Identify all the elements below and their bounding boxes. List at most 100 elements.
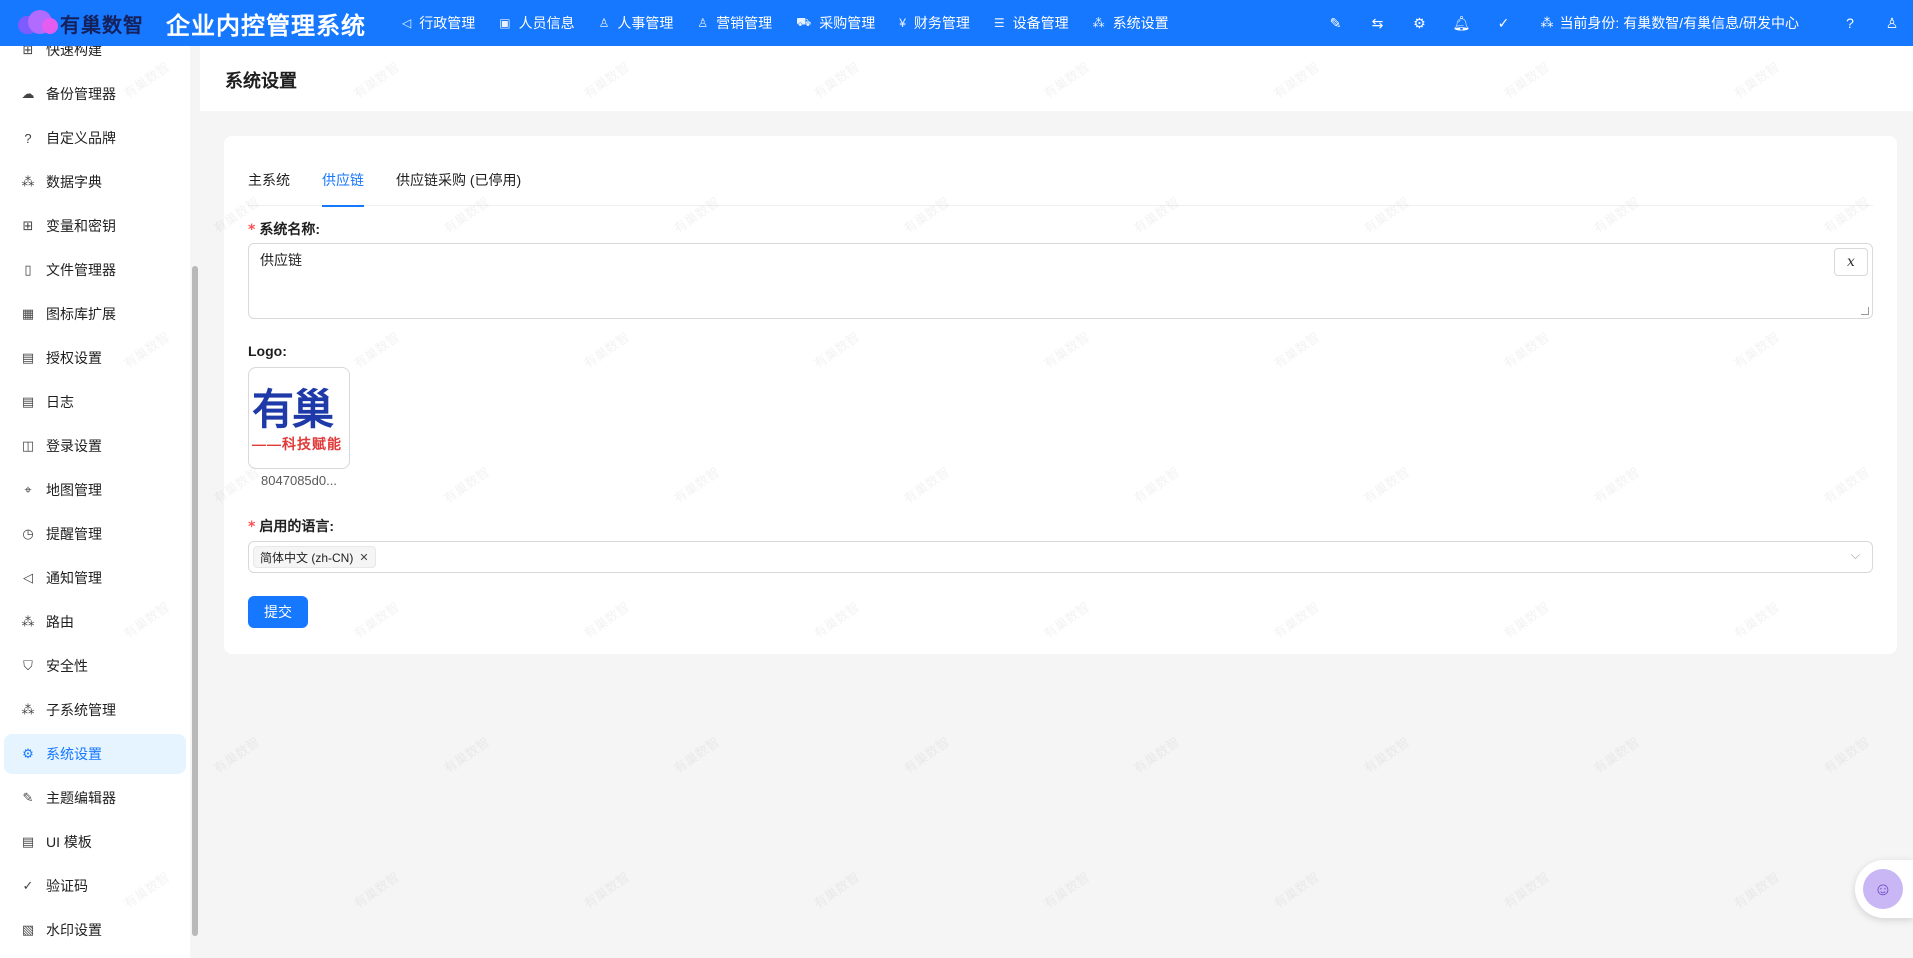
appstore-icon: ▦ bbox=[21, 306, 35, 321]
sidebar-item-label: 变量和密钥 bbox=[46, 218, 116, 234]
sidebar-item-13[interactable]: ⁂ 路由 bbox=[4, 602, 186, 642]
sidebar-item-7[interactable]: ▤ 授权设置 bbox=[4, 338, 186, 378]
sidebar-item-label: 文件管理器 bbox=[46, 262, 116, 278]
topnav-label: 人事管理 bbox=[617, 15, 674, 31]
logo-upload-preview[interactable]: 有巢 ——科技赋能 bbox=[248, 367, 350, 469]
identity-switcher[interactable]: ⁂ 当前身份: 有巢数智/有巢信息/研发中心 bbox=[1540, 13, 1799, 33]
topnav-label: 采购管理 bbox=[819, 15, 876, 31]
required-mark: * bbox=[248, 519, 256, 535]
topnav-item-5[interactable]: ¥ 财务管理 bbox=[887, 0, 982, 46]
logo-text: 有巢数智 bbox=[60, 14, 144, 37]
logo-image-subtext: ——科技赋能 bbox=[252, 436, 342, 452]
yuan-icon: ¥ bbox=[899, 16, 906, 30]
sidebar-item-label: 安全性 bbox=[46, 658, 88, 674]
sidebar-item-12[interactable]: ◁ 通知管理 bbox=[4, 558, 186, 598]
brush-icon: ✎ bbox=[22, 790, 34, 805]
route-icon: ⁂ bbox=[21, 614, 35, 629]
page-title: 系统设置 bbox=[225, 71, 297, 91]
sidebar-scrollbar[interactable] bbox=[192, 266, 198, 936]
sidebar-item-11[interactable]: ◷ 提醒管理 bbox=[4, 514, 186, 554]
submit-button[interactable]: 提交 bbox=[248, 596, 308, 628]
language-select[interactable]: 简体中文 (zh-CN) ✕ ⌵ bbox=[248, 541, 1873, 573]
question-icon[interactable]: ? bbox=[1829, 0, 1871, 46]
list-icon: ☰ bbox=[993, 16, 1005, 30]
file-icon: ▯ bbox=[24, 262, 32, 277]
resize-handle[interactable] bbox=[1861, 307, 1869, 315]
sidebar-item-18[interactable]: ▤ UI 模板 bbox=[4, 822, 186, 862]
sidebar-item-label: 系统设置 bbox=[46, 746, 102, 762]
user-icon: ♙ bbox=[598, 16, 610, 30]
system-name-textarea[interactable]: 供应链 x bbox=[248, 243, 1873, 319]
question-icon: ? bbox=[24, 130, 32, 146]
tab-0[interactable]: 主系统 bbox=[248, 166, 290, 206]
send-icon: ◁ bbox=[402, 16, 412, 30]
sidebar-item-label: 授权设置 bbox=[46, 350, 102, 366]
tab-1[interactable]: 供应链 bbox=[322, 166, 364, 207]
sidebar-item-0[interactable]: ⊞ 快速构建 bbox=[4, 46, 186, 70]
sidebar-item-label: 子系统管理 bbox=[46, 702, 116, 718]
topnav-label: 财务管理 bbox=[913, 15, 970, 31]
sidebar-item-19[interactable]: ✓ 验证码 bbox=[4, 866, 186, 906]
top-nav: ◁ 行政管理 ▣ 人员信息 ♙ 人事管理 ♙ 营销管理 ⛟ 采购管理 ¥ 财务管理 ☰ 设备管理 ⁂ 系统设置 bbox=[390, 0, 1181, 46]
tab-2[interactable]: 供应链采购 (已停用) bbox=[396, 166, 521, 206]
user-icon[interactable]: ♙ bbox=[1871, 0, 1913, 46]
cart-icon: ⛟ bbox=[796, 15, 812, 29]
gear-icon[interactable]: ⚙ bbox=[1398, 0, 1440, 46]
sidebar-item-label: 水印设置 bbox=[46, 922, 102, 938]
close-icon[interactable]: ✕ bbox=[359, 551, 368, 564]
logo-label: Logo: bbox=[248, 343, 287, 359]
language-tag-label: 简体中文 (zh-CN) bbox=[260, 550, 354, 565]
sidebar-item-label: 主题编辑器 bbox=[46, 790, 116, 806]
cluster-icon: ⁂ bbox=[1092, 16, 1105, 30]
topnav-item-3[interactable]: ♙ 营销管理 bbox=[685, 0, 784, 46]
topnav-item-6[interactable]: ☰ 设备管理 bbox=[982, 0, 1081, 46]
sidebar-item-10[interactable]: ⌖ 地图管理 bbox=[4, 470, 186, 510]
sidebar-item-label: 地图管理 bbox=[46, 482, 102, 498]
sidebar-item-5[interactable]: ▯ 文件管理器 bbox=[4, 250, 186, 290]
sidebar-item-16[interactable]: ⚙ 系统设置 bbox=[4, 734, 186, 774]
chevron-down-icon: ⌵ bbox=[1850, 548, 1860, 562]
system-name-label: * 系统名称: bbox=[248, 221, 320, 238]
language-label: * 启用的语言: bbox=[248, 518, 334, 535]
topnav-label: 行政管理 bbox=[419, 15, 476, 31]
system-name-value: 供应链 bbox=[260, 252, 302, 268]
topnav-item-0[interactable]: ◁ 行政管理 bbox=[390, 0, 487, 46]
check-circle-icon[interactable]: ✓ bbox=[1482, 0, 1524, 46]
swap-icon[interactable]: ⇆ bbox=[1356, 0, 1398, 46]
sidebar-item-20[interactable]: ▧ 水印设置 bbox=[4, 910, 186, 950]
sidebar-item-6[interactable]: ▦ 图标库扩展 bbox=[4, 294, 186, 334]
sidebar-item-label: 自定义品牌 bbox=[46, 130, 116, 146]
sidebar-item-label: 通知管理 bbox=[46, 570, 102, 586]
user-icon: ♙ bbox=[697, 16, 709, 30]
topnav-item-1[interactable]: ▣ 人员信息 bbox=[487, 0, 586, 46]
sidebar-item-1[interactable]: ☁ 备份管理器 bbox=[4, 74, 186, 114]
bell-icon[interactable]: 🔔︎ bbox=[1440, 0, 1482, 46]
watermark-icon: ▧ bbox=[21, 922, 35, 937]
brand-logo[interactable]: 有巢数智 bbox=[0, 0, 160, 46]
sidebar-item-2[interactable]: ? 自定义品牌 bbox=[4, 118, 186, 158]
sidebar-item-label: 日志 bbox=[46, 394, 74, 410]
check-circle-icon: ✓ bbox=[22, 878, 34, 893]
sidebar-item-14[interactable]: ⛉ 安全性 bbox=[4, 646, 186, 686]
variable-insert-button[interactable]: x bbox=[1834, 248, 1868, 276]
sidebar-item-label: 登录设置 bbox=[46, 438, 102, 454]
sidebar-item-9[interactable]: ◫ 登录设置 bbox=[4, 426, 186, 466]
topnav-item-2[interactable]: ♙ 人事管理 bbox=[587, 0, 686, 46]
settings-card: 主系统 供应链 供应链采购 (已停用) * 系统名称: 供应链 x Logo: 有巢 … bbox=[224, 136, 1897, 654]
topnav-label: 人员信息 bbox=[518, 15, 575, 31]
sidebar-item-3[interactable]: ⁂ 数据字典 bbox=[4, 162, 186, 202]
table-icon: ⊞ bbox=[22, 218, 34, 233]
sidebar-item-17[interactable]: ✎ 主题编辑器 bbox=[4, 778, 186, 818]
topnav-label: 营销管理 bbox=[716, 15, 773, 31]
highlight-icon[interactable]: ✎ bbox=[1314, 0, 1356, 46]
sidebar-item-8[interactable]: ▤ 日志 bbox=[4, 382, 186, 422]
sidebar-item-label: 路由 bbox=[46, 614, 74, 630]
sidebar-item-4[interactable]: ⊞ 变量和密钥 bbox=[4, 206, 186, 246]
layout-icon: ▤ bbox=[21, 834, 35, 849]
sidebar-item-15[interactable]: ⁂ 子系统管理 bbox=[4, 690, 186, 730]
topnav-item-4[interactable]: ⛟ 采购管理 bbox=[784, 0, 887, 46]
assistant-float-button[interactable]: ☺ bbox=[1855, 860, 1913, 918]
logo-filename: 8047085d0... bbox=[261, 473, 337, 488]
page-header: 系统设置 bbox=[200, 46, 1913, 111]
topnav-item-7[interactable]: ⁂ 系统设置 bbox=[1081, 0, 1181, 46]
